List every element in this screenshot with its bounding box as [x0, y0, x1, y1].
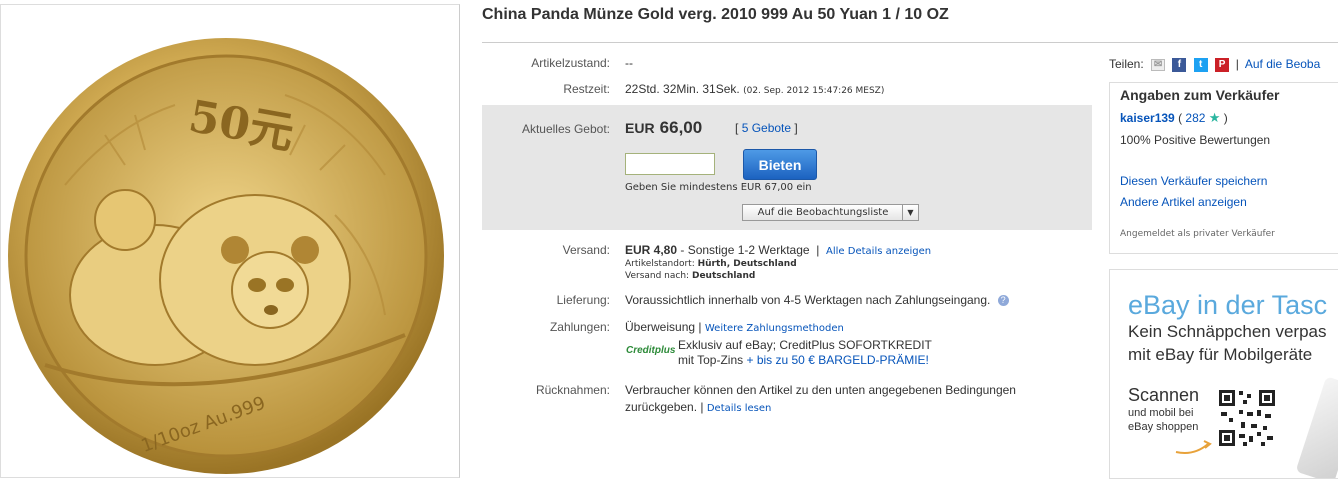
bid-count-close: ] [794, 121, 798, 135]
delivery-label: Lieferung: [556, 293, 610, 307]
creditplus-bonus: + bis zu 50 € BARGELD-PRÄMIE! [746, 353, 929, 367]
facebook-icon[interactable]: f [1172, 57, 1187, 72]
share-row: Teilen: ✉ f t P | Auf die Beoba [1109, 57, 1320, 72]
payment-row: Überweisung | Weitere Zahlungsmethoden [625, 320, 844, 334]
watchlist-button-label: Auf die Beobachtungsliste [757, 207, 889, 218]
seller-heading: Angaben zum Verkäufer [1120, 87, 1280, 103]
share-label: Teilen: [1109, 57, 1144, 71]
mobile-app-ad[interactable]: eBay in der Tasc Kein Schnäppchen verpas… [1109, 269, 1338, 479]
twitter-icon[interactable]: t [1193, 57, 1208, 72]
current-bid-price: EUR 66,00 [625, 118, 702, 138]
ships-to-label: Versand nach: [625, 271, 690, 281]
time-left-value: 22Std. 32Min. 31Sek. [625, 82, 740, 96]
item-location-value: Hürth, Deutschland [697, 259, 797, 269]
seller-rating-close: ) [1223, 111, 1228, 125]
smartphone-image [1295, 376, 1338, 478]
item-image-frame[interactable]: 50元 1/10oz Au.999 [0, 4, 460, 478]
qr-code-icon [1217, 388, 1277, 448]
seller-positive-feedback: 100% Positive Bewertungen [1120, 133, 1271, 147]
shipping-details-link[interactable]: Alle Details anzeigen [826, 246, 931, 257]
watch-link-top[interactable]: Auf die Beoba [1245, 57, 1320, 71]
returns-line2: zurückgeben. | Details lesen [625, 400, 771, 414]
bid-amount-input[interactable] [625, 153, 715, 175]
curved-arrow-icon [1175, 440, 1212, 454]
time-left-label: Restzeit: [563, 82, 610, 96]
creditplus-line2-text: mit Top-Zins [678, 353, 744, 367]
email-icon[interactable]: ✉ [1151, 58, 1166, 71]
condition-label: Artikelzustand: [531, 56, 610, 70]
delivery-value: Voraussichtlich innerhalb von 4-5 Werkta… [625, 293, 991, 307]
add-to-watchlist-button[interactable]: Auf die Beobachtungsliste ▼ [742, 204, 919, 221]
other-items-link[interactable]: Andere Artikel anzeigen [1120, 195, 1247, 209]
creditplus-logo[interactable]: Creditplus [626, 345, 675, 356]
ad-scan-sub1: und mobil bei [1128, 407, 1194, 419]
payment-method: Überweisung [625, 320, 696, 334]
seller-type: Angemeldet als privater Verkäufer [1120, 229, 1275, 239]
ships-to: Versand nach: Deutschland [625, 271, 755, 281]
current-bid-label: Aktuelles Gebot: [521, 122, 610, 136]
delivery-row: Voraussichtlich innerhalb von 4-5 Werkta… [625, 293, 1009, 307]
pinterest-icon[interactable]: P [1215, 57, 1230, 72]
ad-headline: eBay in der Tasc [1128, 290, 1328, 320]
shipping-label: Versand: [562, 243, 610, 257]
ad-scan-title: Scannen [1128, 385, 1200, 405]
bid-currency: EUR [625, 120, 655, 136]
gold-panda-coin-image[interactable]: 50元 1/10oz Au.999 [5, 35, 447, 477]
place-bid-button[interactable]: Bieten [743, 149, 817, 180]
shipping-separator: | [816, 243, 820, 257]
bid-count-open: [ [735, 121, 739, 135]
seller-name-link[interactable]: kaiser139 [1120, 111, 1175, 125]
item-location: Artikelstandort: Hürth, Deutschland [625, 259, 797, 269]
payment-separator: | [698, 320, 702, 334]
bid-amount: 66,00 [659, 118, 703, 137]
returns-line1: Verbraucher können den Artikel zu den un… [625, 383, 1016, 397]
bid-count-link[interactable]: 5 Gebote [742, 121, 791, 135]
ad-line1: Kein Schnäppchen verpas [1128, 322, 1327, 341]
seller-rating-open: ( [1178, 111, 1183, 125]
save-seller-link[interactable]: Diesen Verkäufer speichern [1120, 174, 1267, 188]
shipping-method: - Sonstige 1-2 Werktage [680, 243, 810, 257]
condition-value: -- [625, 56, 633, 70]
min-bid-hint: Geben Sie mindestens EUR 67,00 ein [625, 182, 812, 193]
more-payment-methods-link[interactable]: Weitere Zahlungsmethoden [705, 323, 844, 334]
share-separator: | [1235, 57, 1239, 71]
help-icon[interactable]: ? [997, 295, 1009, 307]
ships-to-value: Deutschland [691, 271, 756, 281]
ad-scan-sub2: eBay shoppen [1128, 421, 1199, 433]
creditplus-line1[interactable]: Exklusiv auf eBay; CreditPlus SOFORTKRED… [678, 338, 932, 352]
return-details-link[interactable]: Details lesen [707, 403, 771, 414]
payment-label: Zahlungen: [549, 320, 610, 334]
item-title: China Panda Münze Gold verg. 2010 999 Au… [482, 6, 949, 23]
seller-name-row: kaiser139 ( 282 ★ ) [1120, 110, 1228, 126]
shipping-price: EUR 4,80 [625, 243, 678, 257]
returns-label: Rücknahmen: [535, 383, 610, 397]
ad-line2: mit eBay für Mobilgeräte [1128, 345, 1313, 364]
auction-end-time: (02. Sep. 2012 15:47:26 MESZ) [743, 86, 885, 96]
shipping-row: EUR 4,80 - Sonstige 1-2 Werktage | Alle … [625, 243, 931, 257]
bid-count: [ 5 Gebote ] [735, 121, 798, 135]
star-icon: ★ [1208, 110, 1221, 125]
seller-rating-link[interactable]: 282 [1185, 111, 1205, 125]
returns-separator: | [700, 400, 704, 414]
item-location-label: Artikelstandort: [625, 259, 695, 269]
dropdown-arrow-icon[interactable]: ▼ [902, 205, 918, 220]
time-left-row: 22Std. 32Min. 31Sek. (02. Sep. 2012 15:4… [625, 82, 884, 96]
creditplus-line2[interactable]: mit Top-Zins + bis zu 50 € BARGELD-PRÄMI… [678, 353, 929, 367]
returns-line2-text: zurückgeben. [625, 400, 698, 414]
title-divider [482, 42, 1338, 43]
